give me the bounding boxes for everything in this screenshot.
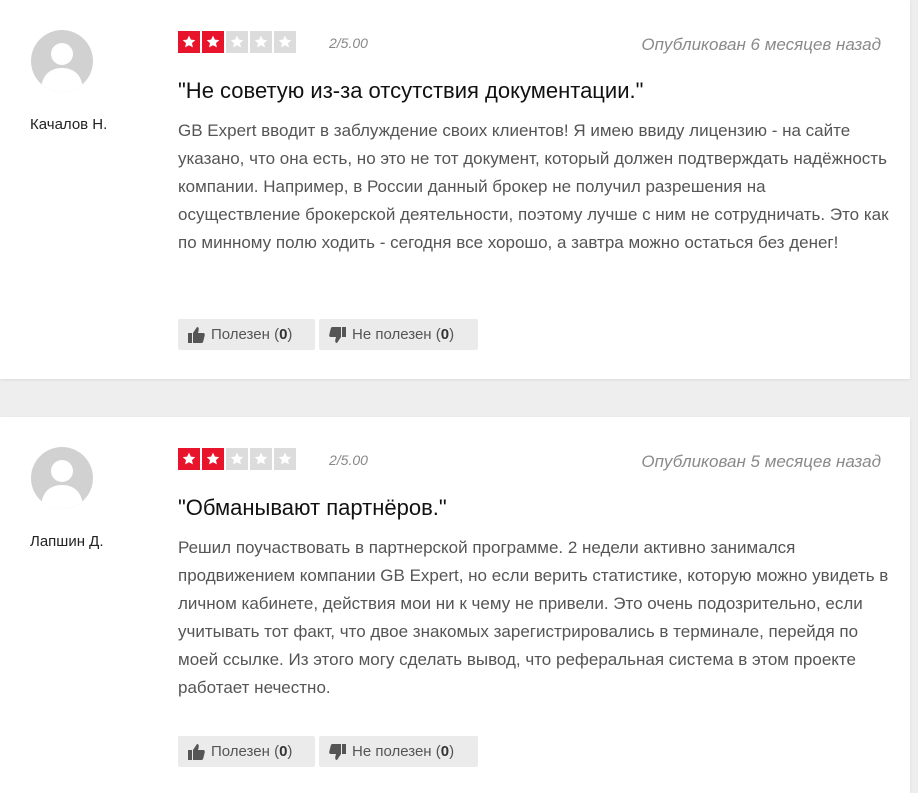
star-icon (250, 448, 272, 470)
user-silhouette-icon (41, 43, 83, 92)
review-card: Лапшин Д. 2/5.00 Опубликован 5 месяцев н… (0, 417, 910, 793)
star-icon (178, 448, 200, 470)
helpful-count: 0 (279, 326, 288, 343)
review-title: "Обманывают партнёров." (178, 495, 447, 520)
thumbs-down-icon (329, 743, 346, 760)
not-helpful-button[interactable]: Не полезен (0) (319, 736, 478, 767)
rating-value: 2/5.00 (329, 35, 368, 51)
not-helpful-label: Не полезен (352, 743, 432, 760)
avatar (31, 447, 93, 509)
star-icon (202, 31, 224, 53)
review-title: "Не советую из-за отсутствия документаци… (178, 78, 644, 103)
star-rating (178, 31, 296, 53)
helpful-button[interactable]: Полезен (0) (178, 319, 315, 350)
published-date: Опубликован 6 месяцев назад (641, 35, 881, 54)
star-icon (250, 31, 272, 53)
star-icon (226, 448, 248, 470)
author-name: Качалов Н. (30, 116, 108, 133)
user-silhouette-icon (41, 460, 83, 509)
star-rating (178, 448, 296, 470)
helpful-label: Полезен (211, 743, 270, 760)
helpful-label: Полезен (211, 326, 270, 343)
helpful-count: 0 (279, 743, 288, 760)
avatar (31, 30, 93, 92)
thumbs-down-icon (329, 326, 346, 343)
not-helpful-count: 0 (440, 743, 450, 760)
not-helpful-count: 0 (440, 326, 450, 343)
thumbs-up-icon (188, 326, 205, 343)
star-icon (274, 31, 296, 53)
rating-value: 2/5.00 (329, 452, 368, 468)
star-icon (178, 31, 200, 53)
not-helpful-button[interactable]: Не полезен (0) (319, 319, 478, 350)
helpful-button[interactable]: Полезен (0) (178, 736, 315, 767)
review-text: Решил поучаствовать в партнерской програ… (178, 538, 889, 697)
thumbs-up-icon (188, 743, 205, 760)
star-icon (226, 31, 248, 53)
review-text: GB Expert вводит в заблуждение своих кли… (178, 121, 889, 252)
review-card: Качалов Н. 2/5.00 Опубликован 6 месяцев … (0, 0, 910, 379)
author-name: Лапшин Д. (30, 533, 104, 550)
star-icon (274, 448, 296, 470)
published-date: Опубликован 5 месяцев назад (641, 452, 881, 471)
not-helpful-label: Не полезен (352, 326, 432, 343)
star-icon (202, 448, 224, 470)
